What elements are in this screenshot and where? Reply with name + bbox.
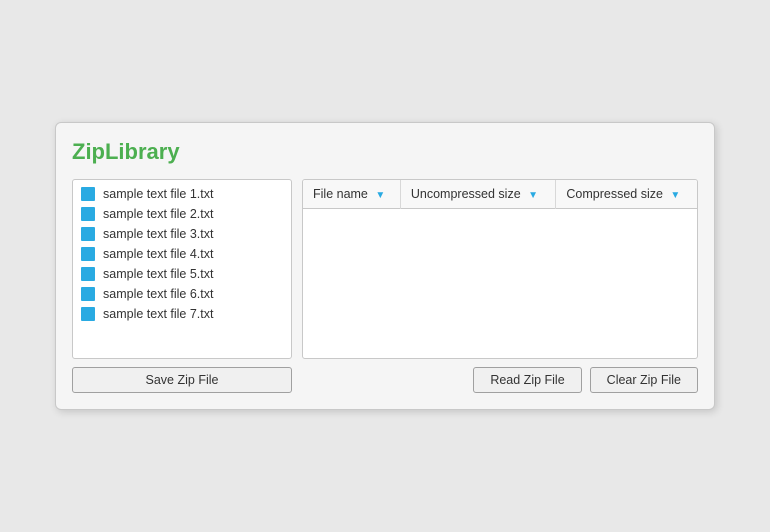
filter-icon-uncompressed[interactable]: ▼ [528, 190, 538, 201]
col-compressed-size: Compressed size ▼ [556, 180, 697, 209]
list-item[interactable]: sample text file 3.txt [73, 224, 291, 244]
save-zip-button[interactable]: Save Zip File [72, 367, 292, 393]
file-icon [81, 227, 95, 241]
filter-icon-filename[interactable]: ▼ [375, 190, 385, 201]
list-item[interactable]: sample text file 7.txt [73, 304, 291, 324]
file-name-label: sample text file 5.txt [103, 267, 213, 281]
col-file-name: File name ▼ [303, 180, 400, 209]
file-icon [81, 207, 95, 221]
list-item[interactable]: sample text file 4.txt [73, 244, 291, 264]
file-name-label: sample text file 7.txt [103, 307, 213, 321]
table-header-row: File name ▼ Uncompressed size ▼ Compress… [303, 180, 697, 209]
main-window: ZipLibrary sample text file 1.txtsample … [55, 122, 715, 410]
table-container: File name ▼ Uncompressed size ▼ Compress… [302, 179, 698, 359]
file-name-label: sample text file 1.txt [103, 187, 213, 201]
file-icon [81, 247, 95, 261]
clear-zip-button[interactable]: Clear Zip File [590, 367, 698, 393]
list-item[interactable]: sample text file 5.txt [73, 264, 291, 284]
filter-icon-compressed[interactable]: ▼ [670, 190, 680, 201]
file-icon [81, 307, 95, 321]
col-uncompressed-size: Uncompressed size ▼ [400, 180, 555, 209]
file-icon [81, 187, 95, 201]
file-name-label: sample text file 4.txt [103, 247, 213, 261]
list-item[interactable]: sample text file 2.txt [73, 204, 291, 224]
list-item[interactable]: sample text file 6.txt [73, 284, 291, 304]
window-title: ZipLibrary [72, 139, 698, 165]
file-name-label: sample text file 6.txt [103, 287, 213, 301]
main-content: sample text file 1.txt sample text file 2… [72, 179, 698, 393]
file-name-label: sample text file 2.txt [103, 207, 213, 221]
action-buttons: Read Zip File Clear Zip File [302, 367, 698, 393]
file-list-panel: sample text file 1.txt sample text file 2… [72, 179, 292, 393]
file-icon [81, 267, 95, 281]
list-item[interactable]: sample text file 1.txt [73, 184, 291, 204]
zip-table: File name ▼ Uncompressed size ▼ Compress… [303, 180, 697, 209]
file-name-label: sample text file 3.txt [103, 227, 213, 241]
read-zip-button[interactable]: Read Zip File [473, 367, 581, 393]
table-panel: File name ▼ Uncompressed size ▼ Compress… [302, 179, 698, 393]
file-list: sample text file 1.txt sample text file 2… [72, 179, 292, 359]
file-icon [81, 287, 95, 301]
